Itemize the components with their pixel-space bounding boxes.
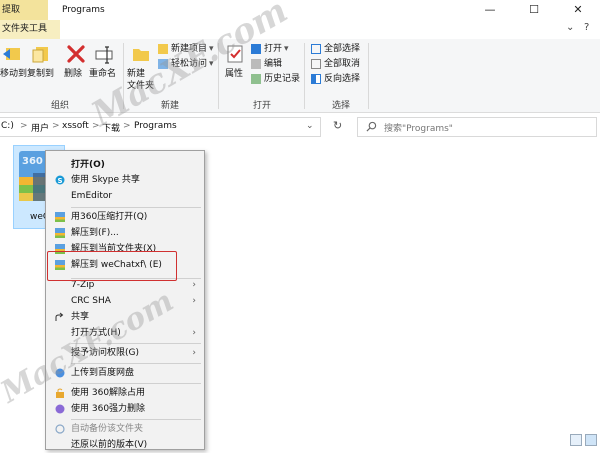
menu-item-open[interactable]: 打开(O) <box>46 157 204 173</box>
move-to-label: 移动到 <box>0 69 28 79</box>
menu-item-360-unlock[interactable]: 使用 360解除占用 <box>46 385 204 401</box>
move-to-icon <box>3 48 20 60</box>
new-folder-icon <box>133 49 149 61</box>
copy-to-label: 复制到 <box>27 69 55 79</box>
unlock-icon <box>56 388 64 398</box>
history-button[interactable]: 历史记录 <box>251 73 300 86</box>
breadcrumb-separator: > <box>20 121 28 131</box>
menu-item-label: 使用 Skype 共享 <box>71 175 140 185</box>
menu-item-label: 用360压缩打开(Q) <box>71 212 148 222</box>
group-label-open: 打开 <box>252 101 271 111</box>
breadcrumb-drive[interactable]: C:) <box>1 121 14 131</box>
invert-selection-label: 反向选择 <box>324 74 361 84</box>
breadcrumb-users[interactable]: 用户 <box>31 121 49 134</box>
select-all-label: 全部选择 <box>324 44 361 54</box>
refresh-icon[interactable]: ↻ <box>333 119 342 132</box>
edit-icon <box>251 58 261 69</box>
open-label: 打开 <box>264 44 283 54</box>
maximize-button[interactable]: ☐ <box>512 0 556 20</box>
select-none-icon <box>311 58 321 69</box>
menu-item-label: 解压到(F)... <box>71 228 119 238</box>
menu-item-extract-to[interactable]: 解压到(F)... <box>46 225 204 241</box>
menu-item-label: 自动备份该文件夹 <box>71 424 144 434</box>
file-icon-label: 360 <box>22 156 43 167</box>
close-button[interactable]: ✕ <box>556 0 600 20</box>
menu-item-open-360zip[interactable]: 用360压缩打开(Q) <box>46 209 204 225</box>
breadcrumb-xssoft[interactable]: xssoft <box>62 121 89 131</box>
window-title: Programs <box>62 5 105 15</box>
submenu-arrow-icon: › <box>192 348 196 358</box>
menu-separator <box>71 207 201 208</box>
submenu-arrow-icon: › <box>192 296 196 306</box>
breadcrumb-separator: > <box>52 121 60 131</box>
delete-label: 删除 <box>64 69 83 79</box>
menu-item-label: 使用 360解除占用 <box>71 388 146 398</box>
collapse-ribbon-icon[interactable]: ⌄ <box>566 22 574 33</box>
menu-item-label: 使用 360强力删除 <box>71 404 146 414</box>
menu-item-label: EmEditor <box>71 191 113 201</box>
share-icon <box>55 312 64 321</box>
submenu-arrow-icon: › <box>192 280 196 290</box>
select-none-label: 全部取消 <box>324 59 361 69</box>
menu-item-label: CRC SHA <box>71 296 111 306</box>
group-label-select: 选择 <box>331 101 350 111</box>
edit-button[interactable]: 编辑 <box>251 58 282 71</box>
submenu-arrow-icon: › <box>192 328 196 338</box>
menu-separator <box>71 419 201 420</box>
ribbon-separator <box>368 43 369 109</box>
group-label-organize: 组织 <box>50 101 69 111</box>
menu-item-label: 共享 <box>71 312 90 322</box>
ribbon-tab-row <box>0 20 600 40</box>
menu-item-emeditor[interactable]: EmEditor <box>46 188 204 204</box>
select-all-icon <box>311 43 321 54</box>
menu-item-360-force-delete[interactable]: 使用 360强力删除 <box>46 401 204 417</box>
skype-icon: S <box>55 175 65 185</box>
help-icon[interactable]: ? <box>584 22 589 33</box>
minimize-button[interactable]: — <box>468 0 512 20</box>
search-icon <box>366 121 377 132</box>
menu-item-label: 打开(O) <box>71 160 105 170</box>
large-icons-view-icon[interactable] <box>585 434 597 446</box>
invert-selection-icon <box>311 73 321 84</box>
menu-item-restore-previous[interactable]: 还原以前的版本(V) <box>46 437 204 453</box>
ribbon-separator <box>304 43 305 109</box>
copy-to-icon <box>32 47 48 63</box>
menu-item-auto-backup[interactable]: 自动备份该文件夹 <box>46 421 204 437</box>
context-menu: 打开(O) S 使用 Skype 共享 EmEditor 用360压缩打开(Q)… <box>45 150 205 450</box>
search-placeholder: 搜索"Programs" <box>384 124 453 134</box>
menu-item-skype-share[interactable]: S 使用 Skype 共享 <box>46 172 204 188</box>
rename-icon <box>95 46 113 64</box>
menu-item-label: 还原以前的版本(V) <box>71 440 148 450</box>
highlight-annotation <box>47 251 177 281</box>
menu-separator <box>71 383 201 384</box>
breadcrumb-programs[interactable]: Programs <box>134 121 177 131</box>
address-dropdown-icon[interactable]: ⌄ <box>306 121 314 131</box>
history-icon <box>251 73 261 84</box>
svg-text:S: S <box>57 177 62 185</box>
archive-icon <box>55 212 65 222</box>
tab-extract[interactable]: 提取 <box>0 0 48 20</box>
select-none-button[interactable]: 全部取消 <box>311 58 360 71</box>
history-label: 历史记录 <box>264 74 301 84</box>
tab-folder-tools[interactable]: 文件夹工具 <box>0 20 60 39</box>
properties-label: 属性 <box>225 69 244 79</box>
rename-label: 重命名 <box>89 69 117 79</box>
select-all-button[interactable]: 全部选择 <box>311 43 360 56</box>
archive-icon <box>55 228 65 238</box>
details-view-icon[interactable] <box>570 434 582 446</box>
force-delete-icon <box>55 404 65 414</box>
backup-icon <box>55 424 65 434</box>
delete-icon <box>67 45 85 63</box>
edit-label: 编辑 <box>264 59 283 69</box>
invert-selection-button[interactable]: 反向选择 <box>311 73 360 86</box>
